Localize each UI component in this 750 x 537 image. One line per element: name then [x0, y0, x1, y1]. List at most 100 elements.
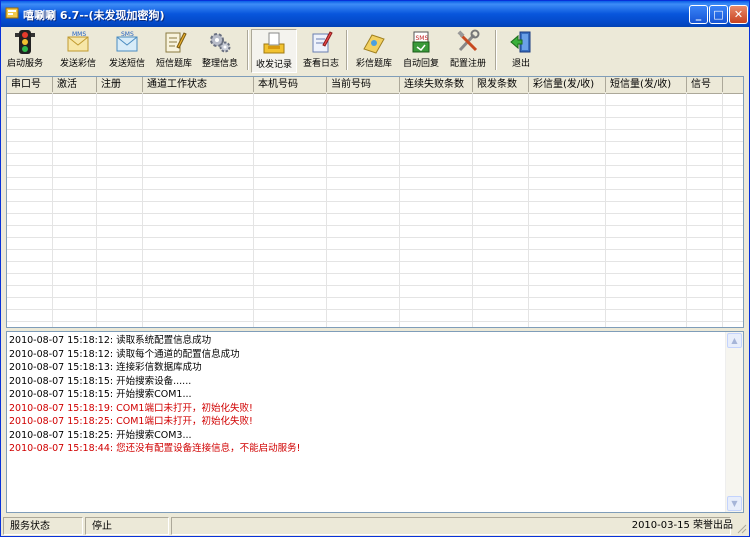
grid-row-line [7, 297, 743, 298]
column-header[interactable]: 连续失败条数 [400, 77, 473, 92]
grid-column-line [686, 93, 687, 327]
app-icon [5, 7, 19, 19]
toolbar-item-label: 收发记录 [255, 60, 292, 70]
grid-row-line [7, 237, 743, 238]
svg-text:SMS: SMS [121, 31, 134, 38]
grid-row-line [7, 129, 743, 130]
column-header[interactable]: 彩信量(发/收) [529, 77, 606, 92]
mms-library-icon [363, 34, 385, 54]
mms-library-button[interactable]: 彩信题库 [351, 29, 397, 73]
grid-row-line [7, 153, 743, 154]
column-header[interactable]: 短信量(发/收) [606, 77, 687, 92]
grid-row-line [7, 177, 743, 178]
column-header[interactable]: 激活 [53, 77, 97, 92]
column-header[interactable]: 当前号码 [327, 77, 400, 92]
svg-text:SMS: SMS [416, 35, 429, 42]
log-line: 2010-08-07 15:18:12: 读取每个通道的配置信息成功 [9, 348, 240, 360]
grid-row-line [7, 273, 743, 274]
minimize-button[interactable]: _ [689, 5, 708, 24]
grid-row-line [7, 321, 743, 322]
status-value: 停止 [85, 517, 169, 535]
column-header[interactable]: 通道工作状态 [143, 77, 254, 92]
view-log-button[interactable]: 查看日志 [299, 29, 343, 73]
toolbar-item-label: 退出 [511, 59, 530, 69]
toolbar-separator [346, 30, 348, 70]
toolbar-item-label: 彩信题库 [355, 59, 392, 69]
column-header[interactable]: 串口号 [7, 77, 53, 92]
column-header[interactable]: 注册 [97, 77, 143, 92]
grid-row-line [7, 249, 743, 250]
log-line: 2010-08-07 15:18:15: 开始搜索COM1... [9, 389, 192, 400]
log-scrollbar[interactable]: ▲ ▼ [725, 332, 743, 512]
records-button[interactable]: 收发记录 [251, 29, 297, 73]
scroll-up-arrow[interactable]: ▲ [727, 333, 742, 348]
status-footer: 2010-03-15 荣誉出品 [631, 520, 733, 531]
column-header[interactable]: 信号 [687, 77, 723, 92]
grid-row-line [7, 141, 743, 142]
notepad-pencil-icon [165, 32, 187, 53]
exit-button[interactable]: 退出 [501, 29, 541, 73]
mms-send-icon: MMS [67, 31, 89, 52]
log-line-error: 2010-08-07 15:18:25: COM1端口未打开，初始化失败! [9, 416, 253, 427]
grid-column-line [605, 93, 606, 327]
traffic-light-icon [15, 30, 35, 54]
grid-column-line [96, 93, 97, 327]
grid-column-line [142, 93, 143, 327]
gears-icon [210, 33, 231, 53]
grid-column-line [52, 93, 53, 327]
grid-column-line [326, 93, 327, 327]
toolbar-separator [247, 30, 249, 70]
toolbar-separator [495, 30, 497, 70]
log-line: 2010-08-07 15:18:12: 读取系统配置信息成功 [9, 335, 212, 346]
log-panel[interactable]: 2010-08-07 15:18:12: 读取系统配置信息成功 2010-08-… [6, 331, 744, 513]
inbox-tray-icon [263, 32, 285, 54]
grid-header: 串口号 激活 注册 通道工作状态 本机号码 当前号码 连续失败条数 限发条数 彩… [7, 77, 743, 94]
sms-send-icon: SMS [116, 31, 138, 52]
exit-door-icon [510, 31, 531, 53]
grid-row-line [7, 105, 743, 106]
log-line: 2010-08-07 15:18:15: 开始搜索设备...... [9, 375, 192, 387]
column-header[interactable]: 限发条数 [473, 77, 529, 92]
grid-row-line [7, 309, 743, 310]
window-title: 嘻唰唰 6.7--(未发现加密狗) [23, 9, 165, 22]
grid-row-line [7, 285, 743, 286]
svg-text:MMS: MMS [72, 31, 86, 38]
config-register-button[interactable]: 配置注册 [445, 29, 491, 73]
grid-row-line [7, 201, 743, 202]
scroll-down-arrow[interactable]: ▼ [727, 496, 742, 511]
toolbar: 启动服务 MMS 发送彩信 SMS 发送短信 短信题库 整理信息 收发记录 查看… [1, 27, 749, 75]
grid-row-line [7, 189, 743, 190]
title-bar[interactable]: 嘻唰唰 6.7--(未发现加密狗) _ □ ✕ [1, 1, 749, 27]
status-label: 服务状态 [3, 517, 83, 535]
close-button[interactable]: ✕ [729, 5, 748, 24]
column-header[interactable]: 本机号码 [254, 77, 327, 92]
log-line-error: 2010-08-07 15:18:44: 您还没有配置设备连接信息，不能启动服务… [9, 443, 301, 454]
grid-column-line [253, 93, 254, 327]
send-mms-button[interactable]: MMS 发送彩信 [56, 29, 100, 73]
grid-column-line [722, 93, 723, 327]
toolbar-item-label: 整理信息 [201, 59, 238, 69]
toolbar-item-label: 发送彩信 [59, 59, 96, 69]
toolbar-item-label: 查看日志 [302, 59, 339, 69]
organize-info-button[interactable]: 整理信息 [198, 29, 242, 73]
start-service-button[interactable]: 启动服务 [3, 29, 47, 73]
channel-grid[interactable]: 串口号 激活 注册 通道工作状态 本机号码 当前号码 连续失败条数 限发条数 彩… [6, 76, 744, 328]
log-line-error: 2010-08-07 15:18:19: COM1端口未打开，初始化失败! [9, 402, 253, 414]
grid-column-line [399, 93, 400, 327]
grid-column-line [472, 93, 473, 327]
log-line: 2010-08-07 15:18:13: 连接彩信数据库成功 [9, 362, 202, 373]
log-line: 2010-08-07 15:18:25: 开始搜索COM3... [9, 429, 192, 441]
sms-library-button[interactable]: 短信题库 [152, 29, 196, 73]
resize-grip-icon[interactable] [735, 522, 747, 534]
maximize-button[interactable]: □ [709, 5, 728, 24]
grid-row-line [7, 213, 743, 214]
toolbar-item-label: 启动服务 [6, 59, 43, 69]
send-sms-button[interactable]: SMS 发送短信 [105, 29, 149, 73]
toolbar-item-label: 配置注册 [449, 59, 486, 69]
auto-reply-icon: SMS [412, 31, 430, 53]
auto-reply-button[interactable]: SMS 自动回复 [399, 29, 443, 73]
log-lines: 2010-08-07 15:18:12: 读取系统配置信息成功 2010-08-… [9, 334, 725, 456]
toolbar-item-label: 自动回复 [402, 59, 439, 69]
grid-row-line [7, 225, 743, 226]
toolbar-item-label: 短信题库 [155, 59, 192, 69]
